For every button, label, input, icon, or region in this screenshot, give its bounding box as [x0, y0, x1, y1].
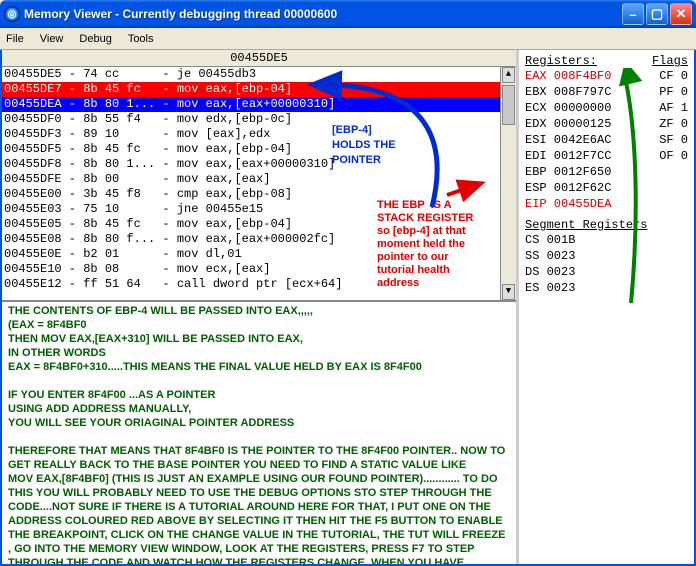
note-line: MOV EAX,[8F4BF0] (THIS IS JUST AN EXAMPL… [8, 472, 510, 564]
left-pane: 00455DE5 00455DE5 - 74 cc - je 00455db30… [2, 50, 519, 564]
menu-file[interactable]: File [6, 33, 24, 45]
register-value: EBP 0012F650 [525, 164, 611, 180]
register-value: EAX 008F4BF0 [525, 68, 611, 84]
registers-label: Registers: [525, 54, 597, 68]
flag-value: PF 0 [659, 84, 688, 100]
register-value: ESP 0012F62C [525, 180, 611, 196]
menu-tools[interactable]: Tools [128, 33, 154, 45]
disasm-row[interactable]: 00455DE5 - 74 cc - je 00455db3 [2, 67, 516, 82]
current-address[interactable]: 00455DE5 [2, 50, 516, 67]
flag-value: ZF 0 [659, 116, 688, 132]
note-line [8, 374, 510, 388]
disasm-row[interactable]: 00455DF3 - 89 10 - mov [eax],edx [2, 127, 516, 142]
title-bar: ◎ Memory Viewer - Currently debugging th… [0, 0, 696, 28]
register-value: EBX 008F797C [525, 84, 611, 100]
register-value: ECX 00000000 [525, 100, 611, 116]
scroll-down-icon[interactable]: ▼ [502, 284, 515, 300]
register-row[interactable]: EDI 0012F7CC OF 0 [525, 148, 688, 164]
register-value: EDX 00000125 [525, 116, 611, 132]
register-row[interactable]: ESI 0042E6AC SF 0 [525, 132, 688, 148]
disasm-row[interactable]: 00455DE7 - 8b 45 fc - mov eax,[ebp-04] [2, 82, 516, 97]
note-line: IF YOU ENTER 8F4F00 ...AS A POINTER [8, 388, 510, 402]
menu-debug[interactable]: Debug [79, 33, 111, 45]
register-value: ESI 0042E6AC [525, 132, 611, 148]
register-row[interactable]: EDX 00000125 ZF 0 [525, 116, 688, 132]
register-row[interactable]: EBP 0012F650 [525, 164, 688, 180]
menu-view[interactable]: View [40, 33, 64, 45]
segment-row[interactable]: ES 0023 [525, 280, 688, 296]
disasm-row[interactable]: 00455DF0 - 8b 55 f4 - mov edx,[ebp-0c] [2, 112, 516, 127]
segment-row[interactable]: DS 0023 [525, 264, 688, 280]
segment-row[interactable]: SS 0023 [525, 248, 688, 264]
disasm-row[interactable]: 00455DF8 - 8b 80 1... - mov eax,[eax+000… [2, 157, 516, 172]
note-line [8, 430, 510, 444]
registers-pane: Registers: Flags EAX 008F4BF0CF 0EBX 008… [519, 50, 694, 564]
note-line: IN OTHER WORDS [8, 346, 510, 360]
flags-label: Flags [652, 54, 688, 68]
register-row[interactable]: ESP 0012F62C [525, 180, 688, 196]
segments-header: Segment Registers [525, 218, 688, 232]
annotation-ebp4: [EBP-4] HOLDS THE POINTER [332, 123, 396, 168]
app-icon: ◎ [4, 6, 20, 22]
note-line: (EAX = 8F4BF0 [8, 318, 510, 332]
window-title: Memory Viewer - Currently debugging thre… [24, 7, 622, 21]
register-row[interactable]: EAX 008F4BF0 CF 0 [525, 68, 688, 84]
segment-row[interactable]: CS 001B [525, 232, 688, 248]
disassembly-view[interactable]: 00455DE5 - 74 cc - je 00455db300455DE7 -… [2, 67, 516, 302]
disasm-row[interactable]: 00455DF5 - 8b 45 fc - mov eax,[ebp-04] [2, 142, 516, 157]
note-line: EAX = 8F4BF0+310.....THIS MEANS THE FINA… [8, 360, 510, 374]
scroll-up-icon[interactable]: ▲ [502, 67, 515, 83]
note-line: THE CONTENTS OF EBP-4 WILL BE PASSED INT… [8, 304, 510, 318]
close-button[interactable]: ✕ [670, 3, 692, 25]
note-line: YOU WILL SEE YOUR ORIAGINAL POINTER ADDR… [8, 416, 510, 430]
register-row[interactable]: EIP 00455DEA [525, 196, 688, 212]
flag-value: SF 0 [659, 132, 688, 148]
flag-value: AF 1 [659, 100, 688, 116]
minimize-button[interactable]: – [622, 3, 644, 25]
note-line: THEREFORE THAT MEANS THAT 8F4BF0 IS THE … [8, 444, 510, 472]
annotation-stack: THE EBP IS A STACK REGISTER so [ebp-4] a… [377, 199, 473, 290]
flag-value: OF 0 [659, 148, 688, 164]
registers-header: Registers: Flags [525, 54, 688, 68]
menu-bar: File View Debug Tools [0, 28, 696, 50]
register-row[interactable]: ECX 00000000 AF 1 [525, 100, 688, 116]
note-line: USING ADD ADDRESS MANUALLY, [8, 402, 510, 416]
scroll-thumb[interactable] [502, 85, 515, 125]
notes-pane[interactable]: THE CONTENTS OF EBP-4 WILL BE PASSED INT… [2, 302, 516, 564]
note-line: THEN MOV EAX,[EAX+310] WILL BE PASSED IN… [8, 332, 510, 346]
flag-value: CF 0 [659, 68, 688, 84]
disasm-row[interactable]: 00455DEA - 8b 80 1... - mov eax,[eax+000… [2, 97, 516, 112]
register-row[interactable]: EBX 008F797C PF 0 [525, 84, 688, 100]
disasm-row[interactable]: 00455DFE - 8b 00 - mov eax,[eax] [2, 172, 516, 187]
register-value: EIP 00455DEA [525, 196, 611, 212]
register-value: EDI 0012F7CC [525, 148, 611, 164]
maximize-button[interactable]: ▢ [646, 3, 668, 25]
scrollbar[interactable]: ▲ ▼ [500, 67, 516, 300]
